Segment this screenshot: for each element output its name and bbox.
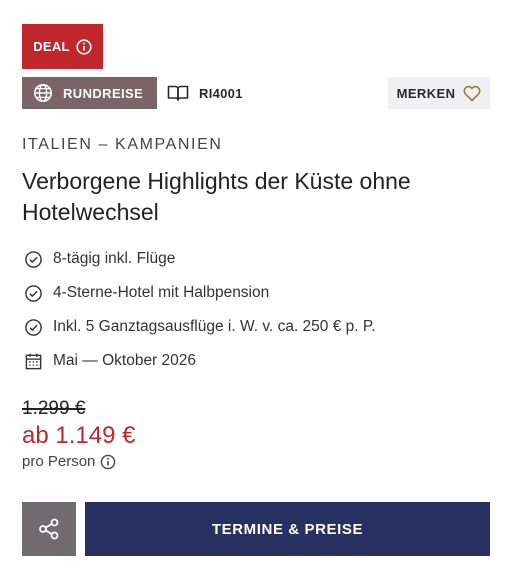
old-price: 1.299 €	[22, 398, 86, 419]
calendar-icon	[22, 350, 44, 372]
feature-text: Mai — Oktober 2026	[53, 352, 197, 369]
heart-icon	[463, 85, 481, 101]
feature-item: 8-tägig inkl. Flüge	[22, 242, 376, 276]
book-icon	[167, 85, 189, 101]
meta-row: RUNDREISE RI4001	[22, 77, 243, 109]
per-person-label: pro Person	[22, 453, 96, 470]
share-icon	[39, 518, 59, 540]
region-label: ITALIEN – KAMPANIEN	[22, 136, 223, 153]
tour-type-badge: RUNDREISE	[22, 77, 157, 109]
per-person-note[interactable]: pro Person	[22, 453, 116, 470]
save-label: MERKEN	[396, 85, 456, 101]
save-button[interactable]: MERKEN	[388, 77, 490, 109]
feature-item: 4-Sterne-Hotel mit Halbpension	[22, 276, 376, 310]
current-price: ab 1.149 €	[22, 422, 136, 449]
dates-and-prices-button[interactable]: TERMINE & PREISE	[85, 502, 490, 556]
tour-code: RI4001	[167, 84, 243, 102]
feature-text: 8-tägig inkl. Flüge	[53, 250, 176, 267]
feature-list: 8-tägig inkl. Flüge 4-Sterne-Hotel mit H…	[22, 242, 376, 378]
check-circle-icon	[22, 316, 44, 338]
feature-text: Inkl. 5 Ganztagsausflüge i. W. v. ca. 25…	[53, 318, 376, 335]
check-circle-icon	[22, 248, 44, 270]
feature-item: Inkl. 5 Ganztagsausflüge i. W. v. ca. 25…	[22, 310, 376, 344]
tour-title: Verborgene Highlights der Küste ohne Hot…	[22, 168, 411, 225]
check-circle-icon	[22, 282, 44, 304]
share-button[interactable]	[22, 502, 76, 556]
info-icon	[76, 38, 92, 55]
deal-badge[interactable]: DEAL	[22, 24, 103, 69]
feature-item: Mai — Oktober 2026	[22, 344, 376, 378]
tour-type-label: RUNDREISE	[63, 85, 144, 101]
globe-icon	[34, 84, 52, 102]
info-icon[interactable]	[100, 454, 116, 470]
deal-label: DEAL	[33, 39, 70, 54]
tour-code-label: RI4001	[199, 85, 243, 101]
feature-text: 4-Sterne-Hotel mit Halbpension	[53, 284, 270, 301]
